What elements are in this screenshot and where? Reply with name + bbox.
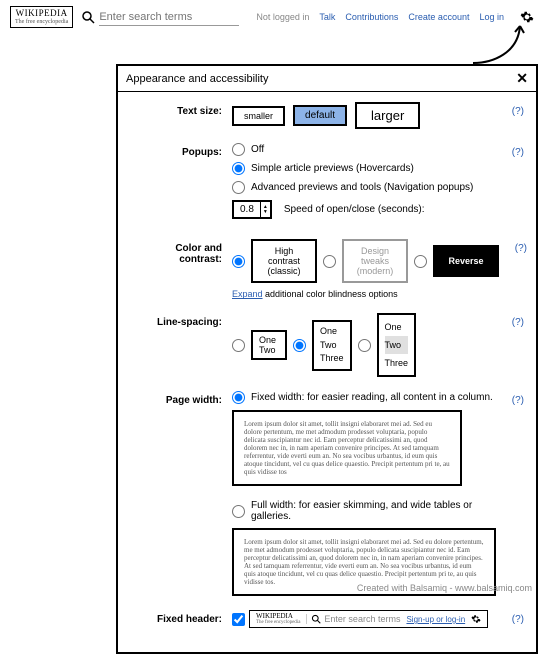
text-size-smaller[interactable]: smaller xyxy=(232,106,285,126)
text-size-default[interactable]: default xyxy=(293,105,347,126)
expand-note: additional color blindness options xyxy=(263,289,398,299)
contrast-modern-radio[interactable] xyxy=(323,255,336,268)
row-fixedheader: Fixed header: WIKIPEDIA The free encyclo… xyxy=(118,600,536,632)
popups-advanced-radio[interactable] xyxy=(232,181,245,194)
pagewidth-fixed-preview: Lorem ipsum dolor sit amet, tollit insig… xyxy=(232,410,462,486)
popups-off-radio[interactable] xyxy=(232,143,245,156)
expand-link[interactable]: Expand xyxy=(232,289,263,299)
panel-title: Appearance and accessibility xyxy=(126,73,268,85)
row-pagewidth: Page width: Fixed width: for easier read… xyxy=(118,381,536,600)
linespacing-1-radio[interactable] xyxy=(232,339,245,352)
mini-logo: WIKIPEDIA The free encyclopedia xyxy=(256,613,300,625)
help-fixedheader[interactable]: (?) xyxy=(506,610,524,625)
popup-speed-value: 0.8 xyxy=(234,202,261,217)
popups-simple-text: Simple article previews (Hovercards) xyxy=(251,163,414,174)
top-bar: WIKIPEDIA The free encyclopedia Not logg… xyxy=(0,0,544,34)
panel-header: Appearance and accessibility ✕ xyxy=(118,66,536,92)
close-icon[interactable]: ✕ xyxy=(516,70,528,87)
row-text-size: Text size: smaller default larger (?) xyxy=(118,92,536,133)
help-linespacing[interactable]: (?) xyxy=(506,313,524,328)
fixedheader-label: Fixed header: xyxy=(130,610,222,625)
search-area xyxy=(81,9,239,26)
linespacing-3-card[interactable]: One Two Three xyxy=(377,313,417,377)
gear-icon[interactable] xyxy=(520,10,534,24)
brand-name: WIKIPEDIA xyxy=(15,9,68,19)
popups-label: Popups: xyxy=(130,143,222,158)
not-logged-label: Not logged in xyxy=(256,12,309,22)
help-text-size[interactable]: (?) xyxy=(506,102,524,117)
pagewidth-label: Page width: xyxy=(130,391,222,406)
help-pagewidth[interactable]: (?) xyxy=(506,391,524,406)
search-input[interactable] xyxy=(99,9,239,26)
linespacing-3-radio[interactable] xyxy=(358,339,371,352)
gear-icon[interactable] xyxy=(471,614,481,624)
spinner-arrows-icon[interactable]: ▲▼ xyxy=(261,204,270,216)
text-size-larger[interactable]: larger xyxy=(355,102,420,129)
linespacing-2-radio[interactable] xyxy=(293,339,306,352)
linespacing-1-card[interactable]: One Two xyxy=(251,330,287,360)
contrast-modern-card[interactable]: Design tweaks (modern) xyxy=(342,239,408,283)
contrast-classic-card[interactable]: High contrast (classic) xyxy=(251,239,317,283)
search-icon xyxy=(311,614,321,624)
row-contrast: Color and contrast: High contrast (class… xyxy=(118,229,536,303)
brand-tagline: The free encyclopedia xyxy=(15,19,68,26)
nav-link-create-account[interactable]: Create account xyxy=(408,12,469,22)
pagewidth-full-text: Full width: for easier skimming, and wid… xyxy=(251,500,496,522)
top-nav: Not logged in Talk Contributions Create … xyxy=(256,10,534,24)
help-popups[interactable]: (?) xyxy=(506,143,524,158)
linespacing-2-card[interactable]: One Two Three xyxy=(312,320,352,371)
contrast-label: Color and contrast: xyxy=(130,239,222,265)
pagewidth-fixed-text: Fixed width: for easier reading, all con… xyxy=(251,392,493,403)
settings-panel: Appearance and accessibility ✕ Text size… xyxy=(116,64,538,654)
contrast-classic-radio[interactable] xyxy=(232,255,245,268)
row-popups: Popups: Off Simple article previews (Hov… xyxy=(118,133,536,229)
popup-speed-label: Speed of open/close (seconds): xyxy=(284,204,425,215)
popup-speed-spinner[interactable]: 0.8 ▲▼ xyxy=(232,200,272,219)
nav-link-talk[interactable]: Talk xyxy=(319,12,335,22)
fixedheader-preview: WIKIPEDIA The free encyclopedia Enter se… xyxy=(249,610,488,628)
mini-search[interactable]: Enter search terms xyxy=(306,614,400,624)
contrast-reverse-card[interactable]: Reverse xyxy=(433,245,499,277)
popups-advanced-text: Advanced previews and tools (Navigation … xyxy=(251,182,473,193)
text-size-label: Text size: xyxy=(130,102,222,117)
nav-link-contributions[interactable]: Contributions xyxy=(345,12,398,22)
row-linespacing: Line-spacing: One Two One Two Three One … xyxy=(118,303,536,381)
fixedheader-checkbox[interactable] xyxy=(232,613,245,626)
pagewidth-full-radio[interactable] xyxy=(232,505,245,518)
nav-link-login[interactable]: Log in xyxy=(479,12,504,22)
logo[interactable]: WIKIPEDIA The free encyclopedia xyxy=(10,6,73,28)
watermark-link[interactable]: www.balsamiq.com xyxy=(455,583,532,593)
pagewidth-fixed-radio[interactable] xyxy=(232,391,245,404)
search-icon[interactable] xyxy=(81,10,95,24)
linespacing-label: Line-spacing: xyxy=(130,313,222,328)
watermark: Created with Balsamiq - www.balsamiq.com xyxy=(357,583,532,593)
popups-simple-radio[interactable] xyxy=(232,162,245,175)
contrast-reverse-radio[interactable] xyxy=(414,255,427,268)
mini-signup-link[interactable]: Sign-up or log-in xyxy=(406,615,465,624)
popups-off-text: Off xyxy=(251,144,264,155)
help-contrast[interactable]: (?) xyxy=(509,239,527,254)
